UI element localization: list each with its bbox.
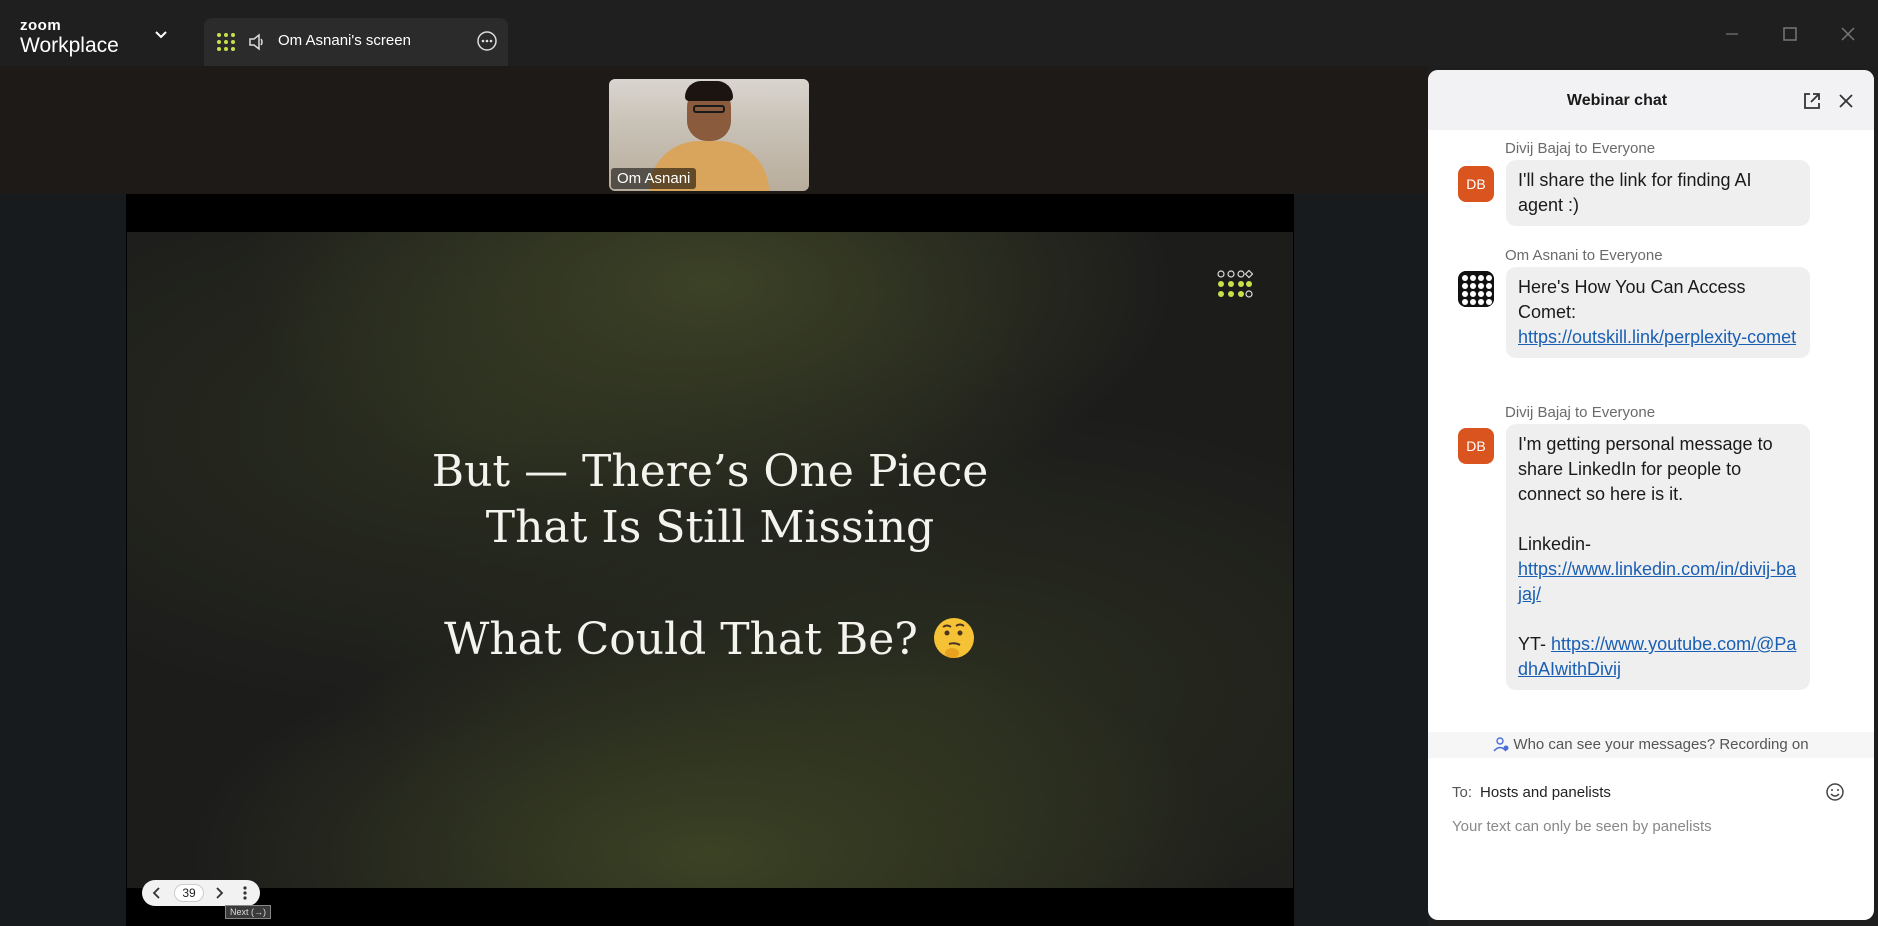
- message-sender: Om Asnani to Everyone: [1505, 247, 1663, 264]
- next-tooltip: Next (→): [225, 905, 271, 919]
- visibility-person-icon: [1493, 737, 1509, 752]
- minimize-icon[interactable]: [1720, 22, 1744, 46]
- slide-title-line-1: But — There’s One Piece: [431, 446, 989, 497]
- youtube-link[interactable]: https://www.youtube.com/@PadhAIwithDivij: [1518, 634, 1796, 679]
- slide-number[interactable]: 39: [174, 884, 204, 902]
- grid-dots-icon[interactable]: [216, 32, 236, 52]
- slide-pager: 39: [142, 880, 260, 906]
- avatar[interactable]: [1458, 271, 1494, 307]
- maximize-icon[interactable]: [1778, 22, 1802, 46]
- message-bubble[interactable]: Here's How You Can Access Comet: https:/…: [1506, 267, 1810, 358]
- participant-glasses: [693, 105, 725, 113]
- zoom-workplace-logo[interactable]: zoom Workplace: [20, 18, 119, 56]
- chevron-down-icon[interactable]: [154, 30, 168, 40]
- slide-question: What Could That Be?: [444, 614, 918, 665]
- brand-workplace: Workplace: [20, 34, 119, 57]
- slide-title-line-3: What Could That Be?: [127, 612, 1293, 668]
- screen-share-tab[interactable]: Om Asnani's screen: [204, 18, 508, 66]
- next-slide-icon[interactable]: [212, 886, 226, 900]
- message-bubble[interactable]: I'm getting personal message to share Li…: [1506, 424, 1810, 690]
- message-text: Here's How You Can Access Comet:: [1518, 277, 1746, 322]
- message-input[interactable]: Your text can only be seen by panelists: [1452, 818, 1712, 835]
- yt-label: YT-: [1518, 634, 1547, 654]
- participant-hair: [685, 81, 733, 101]
- slide-logo-icon: [1217, 270, 1253, 298]
- popout-icon[interactable]: [1802, 91, 1822, 111]
- chat-header: Webinar chat: [1428, 70, 1874, 130]
- speaker-icon[interactable]: [248, 33, 266, 51]
- to-label: To:: [1452, 784, 1473, 801]
- participant-name: Om Asnani: [611, 168, 697, 189]
- avatar[interactable]: DB: [1458, 428, 1494, 464]
- linkedin-link[interactable]: https://www.linkedin.com/in/divij-bajaj/: [1518, 559, 1796, 604]
- presentation-slide: But — There’s One Piece That Is Still Mi…: [127, 232, 1293, 888]
- message-sender: Divij Bajaj to Everyone: [1505, 140, 1656, 157]
- message-text: I'm getting personal message to share Li…: [1518, 434, 1773, 504]
- chat-title: Webinar chat: [1566, 92, 1668, 109]
- more-options-icon[interactable]: [476, 30, 498, 52]
- recipient-selector[interactable]: To: Hosts and panelists: [1452, 784, 1611, 801]
- slide-title-line-2: That Is Still Missing: [485, 502, 935, 553]
- close-icon[interactable]: [1836, 91, 1856, 111]
- title-bar: zoom Workplace Om Asnani's screen: [0, 0, 1878, 66]
- message-text: I'll share the link for finding AI agent…: [1518, 170, 1752, 215]
- close-window-icon[interactable]: [1836, 22, 1860, 46]
- previous-slide-icon[interactable]: [150, 886, 164, 900]
- recipient-value: Hosts and panelists: [1480, 784, 1611, 801]
- privacy-notice[interactable]: Who can see your messages? Recording on: [1428, 732, 1874, 758]
- thinking-face-icon: [933, 618, 974, 658]
- message-link[interactable]: https://outskill.link/perplexity-comet: [1518, 327, 1796, 347]
- tab-label: Om Asnani's screen: [278, 32, 411, 49]
- linkedin-label: Linkedin-: [1518, 534, 1592, 554]
- message-bubble[interactable]: I'll share the link for finding AI agent…: [1506, 160, 1810, 226]
- avatar[interactable]: DB: [1458, 166, 1494, 202]
- pager-more-icon[interactable]: [238, 885, 252, 901]
- brand-zoom: zoom: [20, 17, 62, 34]
- participant-video-tile[interactable]: Om Asnani: [609, 79, 809, 191]
- message-sender: Divij Bajaj to Everyone: [1505, 404, 1656, 421]
- webinar-chat-panel: Webinar chat Divij Bajaj to Everyone DB …: [1428, 70, 1874, 920]
- privacy-text: Who can see your messages? Recording on: [1513, 736, 1809, 753]
- emoji-icon[interactable]: [1824, 781, 1846, 803]
